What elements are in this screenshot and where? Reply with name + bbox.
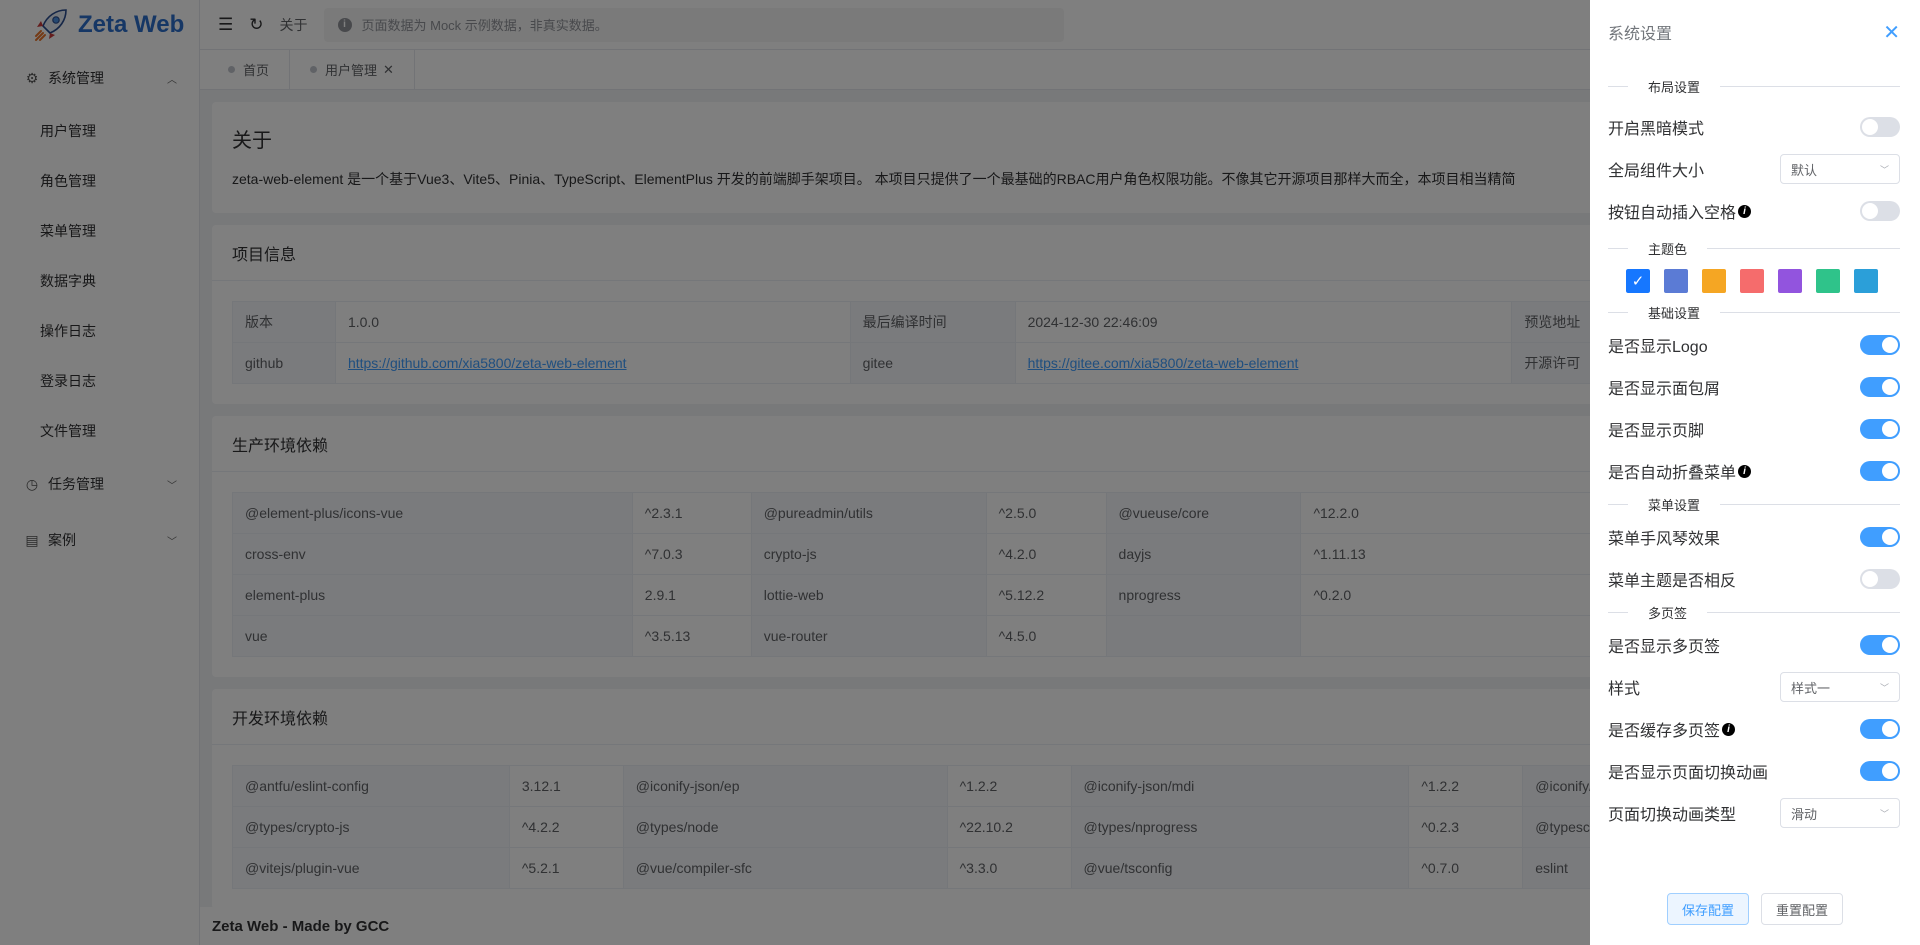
toggle-knob xyxy=(1882,463,1898,479)
toggle-knob xyxy=(1882,637,1898,653)
toggle-switch[interactable] xyxy=(1860,719,1900,739)
info-tooltip-icon[interactable]: i xyxy=(1738,204,1752,218)
chevron-down-icon: ﹀ xyxy=(1879,682,1889,693)
select-value: 默认 xyxy=(1791,162,1818,178)
chevron-down-icon: ﹀ xyxy=(1879,808,1889,819)
info-tooltip-icon[interactable]: i xyxy=(1722,722,1736,736)
toggle-knob xyxy=(1882,421,1898,437)
setting-row: 是否显示多页签 xyxy=(1608,624,1900,666)
toggle-switch[interactable] xyxy=(1860,377,1900,397)
theme-color-swatch[interactable] xyxy=(1816,269,1840,293)
toggle-switch[interactable] xyxy=(1860,117,1900,137)
setting-row: 是否显示页脚 xyxy=(1608,408,1900,450)
setting-label-text: 菜单手风琴效果 xyxy=(1608,531,1721,548)
toggle-switch[interactable] xyxy=(1860,527,1900,547)
setting-label-text: 样式 xyxy=(1608,681,1641,698)
setting-row: 开启黑暗模式 xyxy=(1608,106,1900,148)
setting-label-text: 是否显示Logo xyxy=(1608,339,1708,356)
setting-row: 菜单主题是否相反 xyxy=(1608,558,1900,600)
setting-row: 是否显示面包屑 xyxy=(1608,366,1900,408)
theme-color-swatch[interactable]: ✓ xyxy=(1625,268,1651,294)
setting-label: 全局组件大小 xyxy=(1608,157,1704,181)
setting-label: 按钮自动插入空格 i xyxy=(1608,199,1752,223)
setting-label-text: 是否显示页脚 xyxy=(1608,423,1705,440)
toggle-knob xyxy=(1882,379,1898,395)
theme-color-swatch[interactable] xyxy=(1854,269,1878,293)
toggle-switch[interactable] xyxy=(1860,201,1900,221)
setting-row: 是否自动折叠菜单 i xyxy=(1608,450,1900,492)
section-title: 主题色 xyxy=(1628,238,1708,258)
select-dropdown[interactable]: 默认 ﹀ xyxy=(1780,154,1900,184)
setting-label-text: 按钮自动插入空格 xyxy=(1608,205,1737,222)
close-icon[interactable]: ✕ xyxy=(1883,20,1900,45)
setting-label: 样式 xyxy=(1608,675,1640,699)
theme-color-picker: ✓ xyxy=(1608,260,1900,302)
setting-label: 是否显示Logo xyxy=(1608,333,1708,357)
setting-label: 菜单主题是否相反 xyxy=(1608,567,1736,591)
setting-row: 是否缓存多页签 i xyxy=(1608,708,1900,750)
toggle-switch[interactable] xyxy=(1860,335,1900,355)
setting-label-text: 菜单主题是否相反 xyxy=(1608,573,1737,590)
setting-label: 是否显示面包屑 xyxy=(1608,375,1720,399)
setting-label: 是否自动折叠菜单 i xyxy=(1608,459,1752,483)
setting-label: 是否显示多页签 xyxy=(1608,633,1720,657)
setting-label-text: 是否显示面包屑 xyxy=(1608,381,1721,398)
setting-label: 是否显示页面切换动画 xyxy=(1608,759,1768,783)
toggle-knob xyxy=(1882,763,1898,779)
toggle-switch[interactable] xyxy=(1860,461,1900,481)
setting-row: 页面切换动画类型 滑动 ﹀ xyxy=(1608,792,1900,834)
toggle-knob xyxy=(1862,571,1878,587)
toggle-knob xyxy=(1882,529,1898,545)
theme-color-swatch[interactable] xyxy=(1740,269,1764,293)
toggle-switch[interactable] xyxy=(1860,569,1900,589)
section-divider: 基础设置 xyxy=(1608,302,1900,322)
toggle-switch[interactable] xyxy=(1860,761,1900,781)
info-tooltip-icon[interactable]: i xyxy=(1738,464,1752,478)
section-title: 菜单设置 xyxy=(1628,494,1721,514)
toggle-knob xyxy=(1862,203,1878,219)
select-dropdown[interactable]: 滑动 ﹀ xyxy=(1780,798,1900,828)
setting-label: 页面切换动画类型 xyxy=(1608,801,1736,825)
setting-label: 是否显示页脚 xyxy=(1608,417,1704,441)
setting-row: 是否显示Logo xyxy=(1608,324,1900,366)
section-divider: 多页签 xyxy=(1608,602,1900,622)
setting-row: 菜单手风琴效果 xyxy=(1608,516,1900,558)
toggle-knob xyxy=(1882,721,1898,737)
chevron-down-icon: ﹀ xyxy=(1879,164,1889,175)
select-value: 滑动 xyxy=(1791,806,1818,822)
setting-label-text: 开启黑暗模式 xyxy=(1608,121,1705,138)
setting-label: 是否缓存多页签 i xyxy=(1608,717,1736,741)
section-divider: 主题色 xyxy=(1608,238,1900,258)
section-title: 布局设置 xyxy=(1628,76,1721,96)
theme-color-swatch[interactable] xyxy=(1664,269,1688,293)
setting-label-text: 是否显示页面切换动画 xyxy=(1608,765,1769,782)
reset-config-button[interactable]: 重置配置 xyxy=(1761,893,1844,925)
section-title: 基础设置 xyxy=(1628,302,1721,322)
setting-row: 样式 样式一 ﹀ xyxy=(1608,666,1900,708)
setting-label: 菜单手风琴效果 xyxy=(1608,525,1720,549)
setting-label-text: 是否缓存多页签 xyxy=(1608,723,1721,740)
save-config-button[interactable]: 保存配置 xyxy=(1666,893,1749,925)
setting-label-text: 是否显示多页签 xyxy=(1608,639,1721,656)
setting-label: 开启黑暗模式 xyxy=(1608,115,1704,139)
section-title: 多页签 xyxy=(1628,602,1708,622)
setting-label-text: 页面切换动画类型 xyxy=(1608,807,1737,824)
setting-label-text: 是否自动折叠菜单 xyxy=(1608,465,1737,482)
theme-color-swatch[interactable] xyxy=(1778,269,1802,293)
drawer-title: 系统设置 xyxy=(1608,26,1673,43)
setting-row: 全局组件大小 默认 ﹀ xyxy=(1608,148,1900,190)
setting-row: 是否显示页面切换动画 xyxy=(1608,750,1900,792)
select-value: 样式一 xyxy=(1791,680,1831,696)
toggle-switch[interactable] xyxy=(1860,419,1900,439)
settings-drawer: 系统设置 ✕ 布局设置 开启黑暗模式 全局组件大小 默认 ﹀ 按钮自动插入空格 i 主题色… xyxy=(1590,0,1920,945)
toggle-knob xyxy=(1882,337,1898,353)
setting-label-text: 全局组件大小 xyxy=(1608,163,1705,180)
theme-color-swatch[interactable] xyxy=(1702,269,1726,293)
section-divider: 布局设置 xyxy=(1608,76,1900,96)
setting-row: 按钮自动插入空格 i xyxy=(1608,190,1900,232)
toggle-switch[interactable] xyxy=(1860,635,1900,655)
section-divider: 菜单设置 xyxy=(1608,494,1900,514)
select-dropdown[interactable]: 样式一 ﹀ xyxy=(1780,672,1900,702)
toggle-knob xyxy=(1862,119,1878,135)
